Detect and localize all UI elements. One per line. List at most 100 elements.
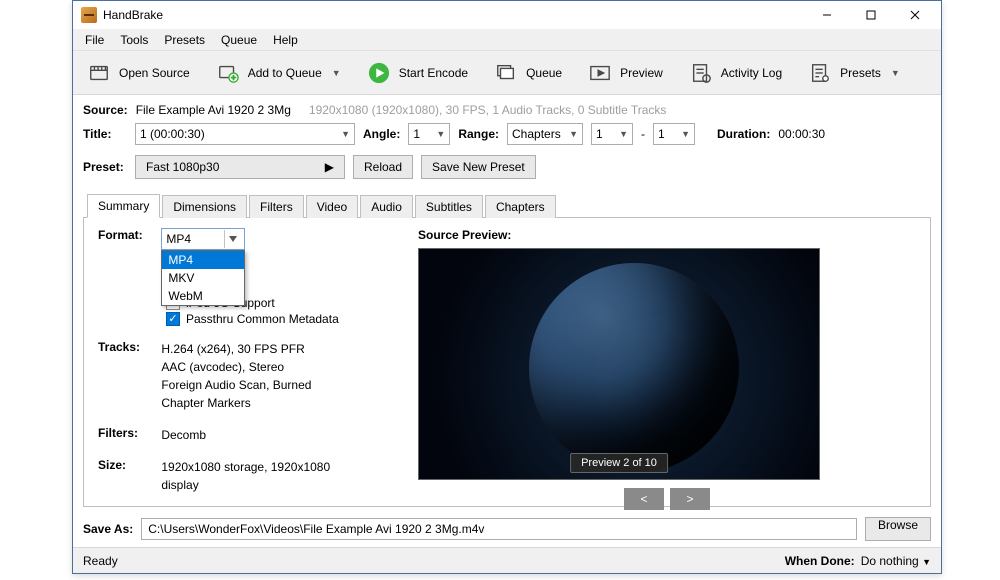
title-label: Title: (83, 127, 127, 141)
title-dropdown[interactable]: 1 (00:00:30) ▼ (135, 123, 355, 145)
summary-panel: Format: MP4 MP4 MKV WebM (83, 218, 931, 507)
preset-selector[interactable]: Fast 1080p30 ▶ (135, 155, 345, 179)
chevron-down-icon: ▼ (619, 129, 628, 139)
when-done-label: When Done: (785, 554, 855, 568)
activity-log-button[interactable]: Activity Log (681, 57, 790, 89)
preview-prev-button[interactable]: < (624, 488, 664, 510)
range-to-value: 1 (658, 127, 665, 141)
arrow-right-icon: ▶ (325, 160, 334, 174)
tabstrip: Summary Dimensions Filters Video Audio S… (83, 193, 931, 218)
chevron-down-icon (224, 230, 240, 248)
when-done-dropdown[interactable]: Do nothing ▼ (861, 554, 931, 568)
open-source-button[interactable]: Open Source (79, 57, 198, 89)
chevron-down-icon: ▼ (332, 68, 341, 78)
source-label: Source: (83, 103, 128, 117)
menu-presets[interactable]: Presets (156, 31, 213, 49)
maximize-button[interactable] (849, 1, 893, 29)
queue-button[interactable]: Queue (486, 57, 570, 89)
format-label: Format: (98, 228, 158, 242)
preview-nav: < > (418, 488, 916, 510)
chevron-down-icon: ▼ (922, 557, 931, 567)
menu-tools[interactable]: Tools (112, 31, 156, 49)
presets-icon (808, 61, 832, 85)
tab-video[interactable]: Video (306, 195, 358, 218)
tab-chapters[interactable]: Chapters (485, 195, 556, 218)
save-row: Save As: C:\Users\WonderFox\Videos\File … (83, 517, 931, 541)
save-new-label: Save New Preset (432, 160, 525, 174)
preview-next-button[interactable]: > (670, 488, 710, 510)
preview-icon (588, 61, 612, 85)
tab-dimensions[interactable]: Dimensions (162, 195, 247, 218)
play-icon (367, 61, 391, 85)
range-from-value: 1 (596, 127, 603, 141)
start-encode-label: Start Encode (399, 66, 468, 80)
planet-graphic (529, 263, 739, 473)
reload-preset-button[interactable]: Reload (353, 155, 413, 179)
browse-button[interactable]: Browse (865, 517, 931, 541)
open-source-label: Open Source (119, 66, 190, 80)
chevron-down-icon: ▼ (569, 129, 578, 139)
queue-label: Queue (526, 66, 562, 80)
format-option-mkv[interactable]: MKV (162, 269, 244, 287)
format-dropdown[interactable]: MP4 (161, 228, 245, 250)
chevron-down-icon: ▼ (681, 129, 690, 139)
range-to-dropdown[interactable]: 1 ▼ (653, 123, 695, 145)
close-button[interactable] (893, 1, 937, 29)
menu-help[interactable]: Help (265, 31, 306, 49)
duration-value: 00:00:30 (778, 127, 825, 141)
activity-log-label: Activity Log (721, 66, 782, 80)
preset-value: Fast 1080p30 (146, 160, 219, 174)
summary-left: Format: MP4 MP4 MKV WebM (98, 228, 378, 496)
preview-label: Preview (620, 66, 663, 80)
when-done-value: Do nothing (861, 554, 919, 568)
tab-filters[interactable]: Filters (249, 195, 304, 218)
chevron-down-icon: ▼ (891, 68, 900, 78)
filters-label: Filters: (98, 426, 158, 440)
format-option-mp4[interactable]: MP4 (162, 251, 244, 269)
window-title: HandBrake (103, 8, 163, 22)
source-info: 1920x1080 (1920x1080), 30 FPS, 1 Audio T… (309, 103, 667, 117)
add-to-queue-label: Add to Queue (248, 66, 322, 80)
presets-button[interactable]: Presets ▼ (800, 57, 908, 89)
save-new-preset-button[interactable]: Save New Preset (421, 155, 536, 179)
add-to-queue-button[interactable]: Add to Queue ▼ (208, 57, 349, 89)
format-value: MP4 (166, 232, 191, 246)
title-value: 1 (00:00:30) (140, 127, 205, 141)
passthru-label: Passthru Common Metadata (186, 312, 339, 326)
app-icon (81, 7, 97, 23)
preview-image: Preview 2 of 10 (418, 248, 820, 480)
preview-counter: Preview 2 of 10 (570, 453, 668, 473)
tab-audio[interactable]: Audio (360, 195, 413, 218)
range-label: Range: (458, 127, 499, 141)
menu-queue[interactable]: Queue (213, 31, 265, 49)
angle-label: Angle: (363, 127, 400, 141)
toolbar: Open Source Add to Queue ▼ Start Encode … (73, 51, 941, 95)
preview-button[interactable]: Preview (580, 57, 671, 89)
start-encode-button[interactable]: Start Encode (359, 57, 476, 89)
tab-summary[interactable]: Summary (87, 194, 160, 218)
reload-label: Reload (364, 160, 402, 174)
angle-dropdown[interactable]: 1 ▼ (408, 123, 450, 145)
tab-subtitles[interactable]: Subtitles (415, 195, 483, 218)
passthru-metadata-checkbox[interactable]: Passthru Common Metadata (166, 312, 378, 326)
browse-label: Browse (878, 518, 918, 532)
size-label: Size: (98, 458, 158, 472)
range-from-dropdown[interactable]: 1 ▼ (591, 123, 633, 145)
save-as-input[interactable]: C:\Users\WonderFox\Videos\File Example A… (141, 518, 857, 540)
minimize-button[interactable] (805, 1, 849, 29)
tracks-label: Tracks: (98, 340, 158, 354)
preview-title: Source Preview: (418, 228, 916, 242)
range-type-value: Chapters (512, 127, 561, 141)
preset-label: Preset: (83, 160, 127, 174)
format-option-webm[interactable]: WebM (162, 287, 244, 305)
film-icon (87, 61, 111, 85)
range-type-dropdown[interactable]: Chapters ▼ (507, 123, 583, 145)
save-as-path: C:\Users\WonderFox\Videos\File Example A… (148, 522, 484, 536)
queue-icon (494, 61, 518, 85)
presets-label: Presets (840, 66, 881, 80)
menu-file[interactable]: File (77, 31, 112, 49)
add-queue-icon (216, 61, 240, 85)
save-as-label: Save As: (83, 522, 133, 536)
filters-value: Decomb (161, 426, 361, 444)
track-line-0: H.264 (x264), 30 FPS PFR (161, 340, 361, 358)
